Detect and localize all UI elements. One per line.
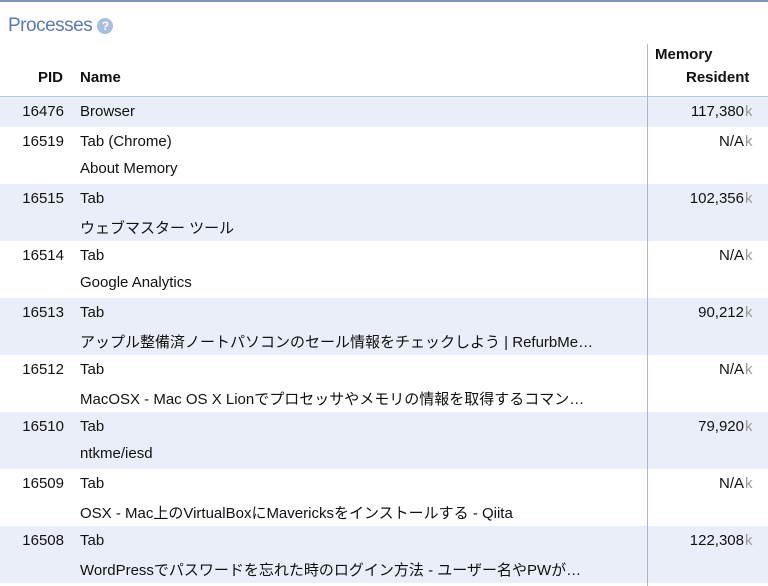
memory-unit: k [745,418,753,435]
memory-unit: k [745,103,753,120]
process-title: OSX - Mac上のVirtualBoxにMavericksをインストールする… [80,505,513,522]
pid-cell: 16515 [22,190,64,207]
pid-cell: 16512 [22,361,64,378]
section-title-text: Processes [8,15,93,36]
process-type: Tab [80,532,105,549]
table-row: 16519 Tab (Chrome) About Memory N/A k [0,127,768,184]
memory-value: 79,920 [698,418,744,435]
pid-cell: 16510 [22,418,64,435]
memory-unit: k [745,532,753,549]
table-row: 16512 Tab MacOSX - Mac OS X Lionでプロセッサやメ… [0,355,768,412]
top-border [0,0,768,2]
table-row: 16508 Tab WordPressでパスワードを忘れた時のログイン方法 - … [0,526,768,583]
memory-unit: k [745,190,753,207]
memory-value: N/A [718,133,744,150]
memory-value: 117,380 [690,103,744,120]
process-type: Tab (Chrome) [80,133,172,150]
table-row: 16509 Tab OSX - Mac上のVirtualBoxにMaverick… [0,469,768,526]
process-title: WordPressでパスワードを忘れた時のログイン方法 - ユーザー名やPWが… [80,562,582,579]
pid-cell: 16509 [22,475,64,492]
memory-unit: k [745,304,753,321]
table-row: 16513 Tab アップル整備済ノートパソコンのセール情報をチェックしよう |… [0,298,768,355]
header-name: Name [80,69,121,86]
process-title: ウェブマスター ツール [80,220,235,237]
process-type: Tab [80,475,105,492]
table-row: 16514 Tab Google Analytics N/A k [0,241,768,298]
header-pid: PID [38,69,64,86]
table-row: 16476 Browser 117,380 k [0,97,768,127]
section-title: Processes ? [8,14,114,38]
process-type: Tab [80,361,105,378]
pid-cell: 16476 [22,103,64,120]
header-memory: Memory [655,46,713,63]
table-row: 16515 Tab ウェブマスター ツール 102,356 k [0,184,768,241]
process-type: Tab [80,247,105,264]
table-header: PID Name Memory Resident [0,40,768,97]
memory-unit: k [745,133,753,150]
pid-cell: 16513 [22,304,64,321]
process-type: Tab [80,190,105,207]
pid-cell: 16519 [22,133,64,150]
process-type: Tab [80,304,105,321]
memory-value: N/A [718,247,744,264]
process-type: Tab [80,418,105,435]
memory-value: 122,308 [689,532,744,549]
processes-table: PID Name Memory Resident 16476 Browser 1… [0,40,768,583]
pid-cell: 16514 [22,247,64,264]
process-title: Google Analytics [80,274,192,291]
help-icon[interactable]: ? [97,18,114,34]
memory-value: 102,356 [689,190,744,207]
process-type: Browser [80,103,136,120]
process-title: MacOSX - Mac OS X Lionでプロセッサやメモリの情報を取得する… [80,391,585,408]
process-title: アップル整備済ノートパソコンのセール情報をチェックしよう | RefurbMe… [80,334,594,351]
memory-value: 90,212 [698,304,744,321]
memory-unit: k [745,247,753,264]
process-title: About Memory [80,160,178,177]
memory-value: N/A [718,361,744,378]
memory-unit: k [745,361,753,378]
memory-value: N/A [718,475,744,492]
header-resident: Resident [686,69,750,86]
pid-cell: 16508 [22,532,64,549]
process-title: ntkme/iesd [80,445,153,462]
table-row: 16510 Tab ntkme/iesd 79,920 k [0,412,768,469]
column-divider [647,44,648,586]
memory-unit: k [745,475,753,492]
